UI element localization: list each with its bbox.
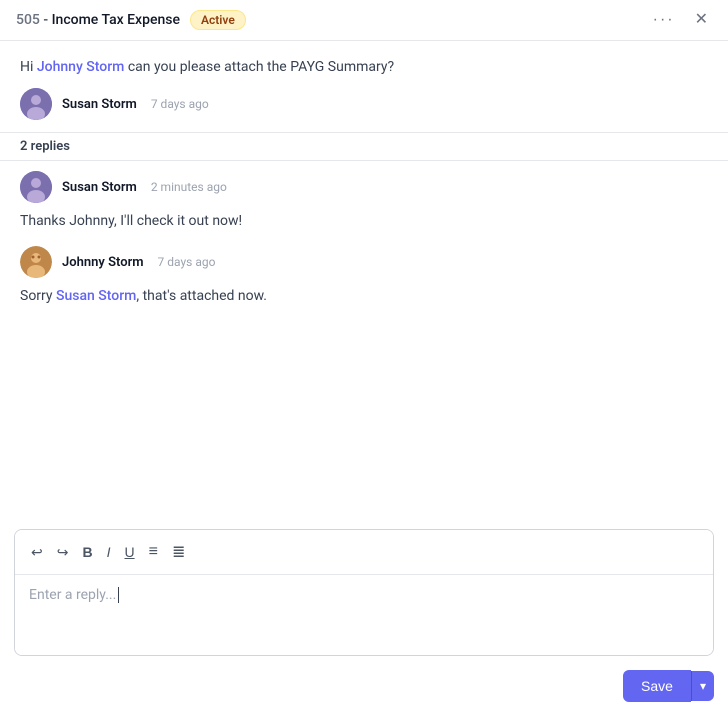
editor-placeholder: Enter a reply... [29,587,116,603]
comment-panel: 505 - Income Tax Expense Active ··· ✕ Hi… [0,0,728,716]
main-message: Hi Johnny Storm can you please attach th… [0,41,728,132]
italic-button[interactable]: I [101,540,117,564]
close-button[interactable]: ✕ [691,10,712,30]
replies-section: Susan Storm 2 minutes ago Thanks Johnny,… [0,161,728,307]
undo-button[interactable]: ↩ [25,540,49,565]
reply-author-name: Susan Storm [62,180,137,195]
main-author-name: Susan Storm [62,97,137,112]
header-title: 505 - Income Tax Expense [16,12,180,28]
reply-item: Johnny Storm 7 days ago Sorry Susan Stor… [20,246,708,307]
bullet-list-button[interactable]: ≡ [143,539,164,565]
bold-icon: B [82,544,92,560]
avatar-susan-main [20,88,52,120]
redo-button[interactable]: ↪ [51,540,75,565]
editor-toolbar: ↩ ↪ B I U ≡ ≣ [15,530,713,575]
undo-icon: ↩ [31,544,43,561]
ordered-list-button[interactable]: ≣ [166,538,191,566]
bottom-actions: Save ▾ [623,670,714,702]
redo-icon: ↪ [57,544,69,561]
ordered-list-icon: ≣ [172,542,185,562]
account-name: Income Tax Expense [52,12,180,28]
underline-icon: U [124,544,134,560]
bold-button[interactable]: B [76,540,98,564]
reply-body: Sorry Susan Storm, that's attached now. [20,286,708,307]
reply-item: Susan Storm 2 minutes ago Thanks Johnny,… [20,171,708,232]
chevron-down-icon: ▾ [700,679,706,693]
reply-author-name: Johnny Storm [62,255,144,270]
italic-icon: I [107,544,111,560]
status-badge: Active [190,10,246,30]
replies-count: 2 replies [20,139,70,154]
save-dropdown-button[interactable]: ▾ [691,671,714,701]
text-cursor [118,587,119,603]
mention-susan: Susan Storm [56,288,136,304]
more-icon: ··· [653,12,675,28]
reply-body: Thanks Johnny, I'll check it out now! [20,211,708,232]
more-options-button[interactable]: ··· [649,10,679,30]
reply-editor: ↩ ↪ B I U ≡ ≣ Enter a reply... [14,529,714,656]
avatar-image [20,246,52,278]
main-timestamp: 7 days ago [151,97,209,111]
reply-timestamp: 2 minutes ago [151,180,227,194]
reply-input[interactable]: Enter a reply... [15,575,713,655]
header-actions: ··· ✕ [649,10,712,30]
underline-button[interactable]: U [118,540,140,564]
main-message-text: Hi Johnny Storm can you please attach th… [20,57,708,78]
avatar-johnny-reply [20,246,52,278]
reply-header: Johnny Storm 7 days ago [20,246,708,278]
avatar-image [20,171,52,203]
reply-header: Susan Storm 2 minutes ago [20,171,708,203]
panel-header: 505 - Income Tax Expense Active ··· ✕ [0,0,728,41]
close-icon: ✕ [695,12,708,28]
replies-divider: 2 replies [0,132,728,161]
main-author-row: Susan Storm 7 days ago [20,88,708,120]
account-code: 505 [16,12,40,28]
avatar-susan-reply [20,171,52,203]
bullet-list-icon: ≡ [149,543,158,561]
reply-timestamp: 7 days ago [158,255,216,269]
avatar-image [20,88,52,120]
save-button[interactable]: Save [623,670,691,702]
mention-johnny: Johnny Storm [37,59,125,75]
